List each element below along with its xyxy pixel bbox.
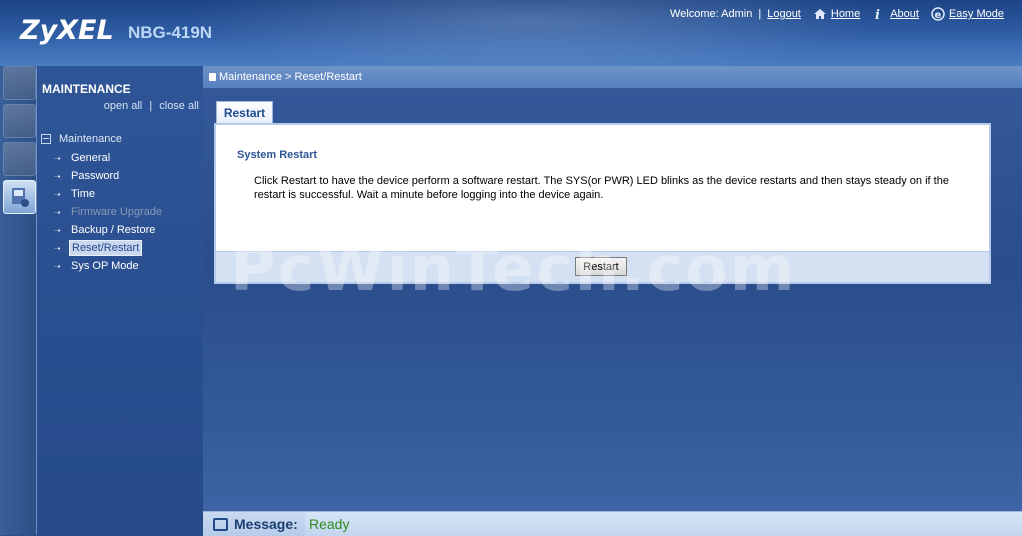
bullet-arrow-icon: ➝ <box>54 153 61 163</box>
about-icon[interactable]: i <box>872 7 886 21</box>
status-category-icon[interactable] <box>3 66 36 100</box>
sidebar-item-label: Sys OP Mode <box>71 260 139 272</box>
panel-description: Click Restart to have the device perform… <box>254 175 949 201</box>
close-all-link[interactable]: close all <box>159 100 199 112</box>
sidebar-item-sys-op-mode[interactable]: ➝ Sys OP Mode <box>54 259 141 273</box>
sidebar-item-label: Time <box>71 188 96 200</box>
maintenance-tools-icon <box>12 188 29 207</box>
sidebar-item-backup-restore[interactable]: ➝ Backup / Restore <box>54 223 157 237</box>
maintenance-category-icon[interactable] <box>3 180 36 214</box>
status-bar: Message: Ready <box>203 511 1022 536</box>
sidebar-item-reset-restart[interactable]: ➝ Reset/Restart <box>54 240 143 256</box>
main-content: Maintenance > Reset/Restart Restart Syst… <box>203 66 1022 511</box>
page-icon <box>209 73 216 81</box>
logout-link[interactable]: Logout <box>767 8 801 20</box>
sidebar-item-label: Reset/Restart <box>69 240 143 256</box>
bullet-arrow-icon: ➝ <box>54 189 61 199</box>
restart-button[interactable]: Restart <box>575 257 627 276</box>
open-all-link[interactable]: open all <box>104 100 143 112</box>
sidebar-item-label: Firmware Upgrade <box>71 206 163 218</box>
configuration-gear-icon[interactable] <box>3 142 36 176</box>
status-value: Ready <box>309 516 350 532</box>
tab-restart[interactable]: Restart <box>216 101 273 125</box>
breadcrumb: Maintenance > Reset/Restart <box>203 66 1022 88</box>
sidebar-item-label: Password <box>71 170 120 182</box>
bullet-arrow-icon: ➝ <box>54 243 61 253</box>
about-link[interactable]: About <box>890 8 919 20</box>
header: ZyXEL NBG-419N Welcome: Admin | Logout H… <box>0 0 1022 66</box>
network-category-icon[interactable] <box>3 104 36 138</box>
home-icon[interactable] <box>813 7 827 21</box>
sidebar-item-general[interactable]: ➝ General <box>54 151 112 165</box>
top-links: Welcome: Admin | Logout Home i About e E… <box>670 7 1004 21</box>
restart-panel: System Restart Click Restart to have the… <box>214 123 991 284</box>
message-icon <box>213 517 228 531</box>
sidebar-item-password[interactable]: ➝ Password <box>54 169 121 183</box>
welcome-text: Welcome: Admin <box>670 8 753 20</box>
sidebar-item-label: Backup / Restore <box>71 224 156 236</box>
collapse-icon[interactable] <box>41 134 51 144</box>
welcome-separator: | <box>758 8 762 20</box>
home-link[interactable]: Home <box>831 8 860 20</box>
sidebar-item-label: General <box>71 152 111 164</box>
sidebar-title: MAINTENANCE <box>42 82 131 96</box>
status-label: Message: <box>234 516 298 532</box>
svg-text:i: i <box>875 8 880 21</box>
bullet-arrow-icon: ➝ <box>54 171 61 181</box>
zyxel-logo: ZyXEL <box>20 15 114 46</box>
model-name: NBG-419N <box>128 23 213 42</box>
sidebar-root-label: Maintenance <box>59 133 122 145</box>
bullet-arrow-icon: ➝ <box>54 261 61 271</box>
sidebar-item-time[interactable]: ➝ Time <box>54 187 97 201</box>
panel-title: System Restart <box>237 149 318 161</box>
sidebar-item-firmware-upgrade: ➝ Firmware Upgrade <box>54 205 164 219</box>
breadcrumb-text: Maintenance > Reset/Restart <box>219 71 362 83</box>
sidebar-root-maintenance[interactable]: Maintenance <box>41 133 122 145</box>
svg-text:e: e <box>934 10 941 21</box>
easy-mode-link[interactable]: Easy Mode <box>949 8 1004 20</box>
bullet-arrow-icon: ➝ <box>54 225 61 235</box>
category-icon-strip <box>0 66 36 535</box>
bullet-arrow-icon: ➝ <box>54 207 61 217</box>
open-close-separator: | <box>149 100 153 112</box>
easy-mode-icon[interactable]: e <box>931 7 945 21</box>
sidebar-expand-controls: open all | close all <box>104 100 199 112</box>
panel-footer: Restart <box>216 251 989 282</box>
status-label-box: Message: <box>203 512 305 536</box>
sidebar: MAINTENANCE open all | close all Mainten… <box>36 66 205 535</box>
